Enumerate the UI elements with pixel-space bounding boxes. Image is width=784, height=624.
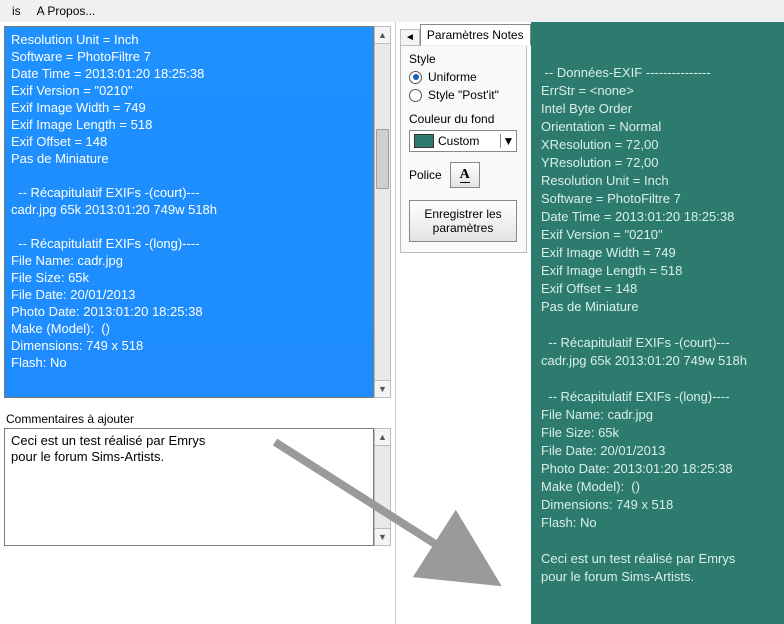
- radio-icon: [409, 89, 422, 102]
- scroll-track[interactable]: [375, 446, 390, 528]
- chevron-down-icon: ▼: [500, 134, 516, 148]
- style-label: Style: [409, 52, 518, 66]
- scroll-down-icon[interactable]: ▼: [375, 380, 390, 397]
- exif-textarea[interactable]: Resolution Unit = Inch Software = PhotoF…: [4, 26, 374, 398]
- menu-item-about[interactable]: A Propos...: [29, 2, 104, 20]
- scroll-down-icon[interactable]: ▼: [375, 528, 390, 545]
- settings-panel: Style Uniforme Style "Post'it" Couleur d…: [400, 45, 527, 253]
- tab-nav-left[interactable]: ◄: [400, 29, 420, 46]
- menu-item[interactable]: is: [4, 2, 29, 20]
- tab-settings-notes[interactable]: Paramètres Notes: [420, 24, 531, 46]
- combo-text: Custom: [438, 134, 500, 148]
- scroll-track[interactable]: [375, 44, 390, 380]
- save-settings-button[interactable]: Enregistrer les paramètres: [409, 200, 517, 242]
- radio-label: Style "Post'it": [428, 88, 499, 102]
- menubar: is A Propos...: [0, 0, 784, 22]
- scroll-up-icon[interactable]: ▲: [375, 27, 390, 44]
- font-picker-button[interactable]: A: [450, 162, 480, 188]
- scroll-up-icon[interactable]: ▲: [375, 429, 390, 446]
- scroll-thumb[interactable]: [376, 129, 389, 189]
- bgcolor-combo[interactable]: Custom ▼: [409, 130, 517, 152]
- exif-textarea-wrap: Resolution Unit = Inch Software = PhotoF…: [4, 26, 391, 398]
- bgcolor-label: Couleur du fond: [409, 112, 518, 126]
- police-label: Police: [409, 168, 442, 182]
- preview-pane: -- Données-EXIF --------------- ErrStr =…: [531, 22, 784, 624]
- radio-icon: [409, 71, 422, 84]
- color-swatch: [414, 134, 434, 148]
- radio-uniforme[interactable]: Uniforme: [409, 70, 518, 84]
- scrollbar-vertical[interactable]: ▲ ▼: [374, 26, 391, 398]
- radio-label: Uniforme: [428, 70, 477, 84]
- comments-label: Commentaires à ajouter: [6, 412, 395, 426]
- radio-postit[interactable]: Style "Post'it": [409, 88, 518, 102]
- scrollbar-vertical[interactable]: ▲ ▼: [374, 428, 391, 546]
- comments-textarea[interactable]: Ceci est un test réalisé par Emrys pour …: [4, 428, 374, 546]
